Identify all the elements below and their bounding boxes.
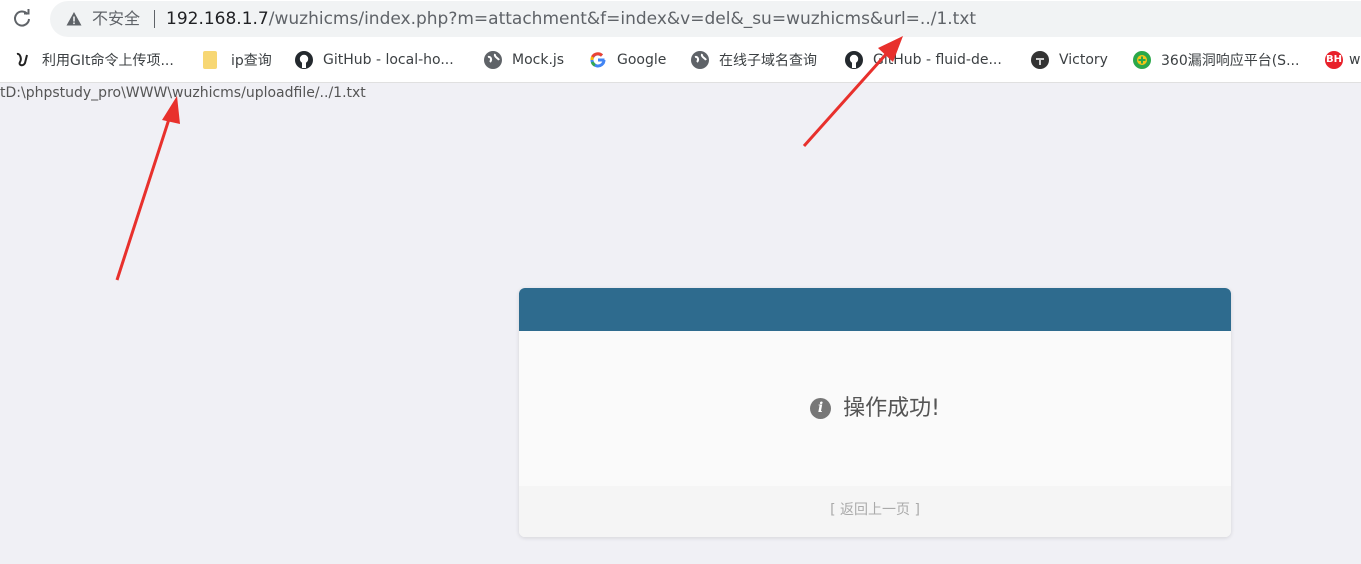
info-icon: i: [810, 398, 832, 419]
google-icon: [589, 51, 607, 69]
bookmark-item[interactable]: GitHub - local-ho...: [295, 48, 454, 72]
bookmark-label: GitHub - local-ho...: [323, 52, 454, 68]
bookmark-item[interactable]: ip查询: [203, 48, 272, 72]
bookmark-label: 360漏洞响应平台(S...: [1161, 53, 1300, 69]
bookmark-label: Google: [617, 52, 667, 68]
globe-icon: [691, 51, 709, 69]
globe-icon: [484, 51, 502, 69]
bookmark-label: 利用GIt命令上传项...: [42, 53, 174, 69]
bookmark-item[interactable]: Victory: [1031, 48, 1108, 72]
bookmark-item[interactable]: Google: [589, 48, 666, 72]
360-icon: [1133, 51, 1151, 69]
bookmark-item[interactable]: 360漏洞响应平台(S...: [1133, 48, 1299, 72]
dialog-header: [519, 288, 1231, 331]
bookmark-item[interactable]: BH w: [1325, 48, 1360, 72]
bookmark-item[interactable]: Mock.js: [484, 48, 564, 72]
url-omnibox[interactable]: 不安全 192.168.1.7/wuzhicms/index.php?m=att…: [50, 1, 1361, 37]
omnibox-divider: [154, 10, 155, 28]
helmet-icon: [1031, 51, 1049, 69]
back-link[interactable]: [ 返回上一页 ]: [830, 502, 920, 518]
bh-icon: BH: [1325, 51, 1343, 69]
dialog-footer: [ 返回上一页 ]: [519, 486, 1231, 537]
url-host: 192.168.1.7: [166, 9, 269, 29]
red-arrow-icon: [115, 96, 180, 281]
success-dialog: i 操作成功! [ 返回上一页 ]: [519, 288, 1231, 537]
bookmark-label: ip查询: [231, 53, 272, 69]
insecure-label[interactable]: 不安全: [92, 8, 140, 30]
url-path: /wuzhicms/index.php?m=attachment&f=index…: [268, 9, 977, 29]
address-bar: 不安全 192.168.1.7/wuzhicms/index.php?m=att…: [0, 0, 1361, 38]
bookmark-icon: [14, 51, 32, 69]
github-icon: [845, 51, 863, 69]
bookmark-label: 在线子域名查询: [719, 53, 817, 69]
file-path-output: tD:\phpstudy_pro\WWW\wuzhicms/uploadfile…: [0, 85, 366, 101]
bookmark-label: GitHub - fluid-de...: [873, 52, 1002, 68]
warning-icon[interactable]: [66, 11, 82, 27]
bookmarks-bar: 利用GIt命令上传项... ip查询 GitHub - local-ho... …: [0, 38, 1361, 83]
bookmark-label: w: [1349, 52, 1361, 68]
reload-icon[interactable]: [11, 8, 33, 30]
bookmark-item[interactable]: 利用GIt命令上传项...: [14, 48, 174, 72]
dialog-message: i 操作成功!: [519, 394, 1231, 424]
folder-icon: [203, 51, 217, 69]
bookmark-label: Victory: [1059, 52, 1108, 68]
bookmark-item[interactable]: 在线子域名查询: [691, 48, 817, 72]
bookmark-item[interactable]: GitHub - fluid-de...: [845, 48, 1002, 72]
github-icon: [295, 51, 313, 69]
success-message: 操作成功!: [843, 396, 940, 421]
url-text[interactable]: 192.168.1.7/wuzhicms/index.php?m=attachm…: [166, 7, 976, 31]
bookmark-label: Mock.js: [512, 52, 565, 68]
